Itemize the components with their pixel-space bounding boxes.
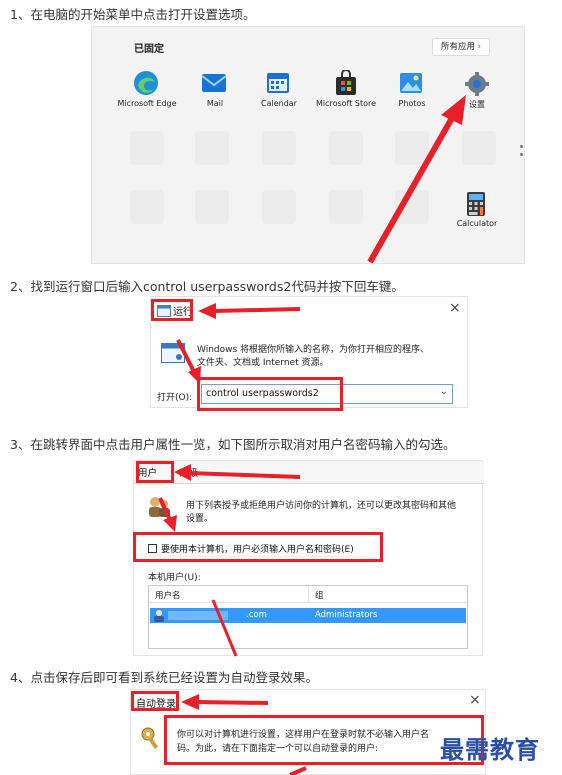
arrow-line bbox=[289, 766, 307, 775]
watermark: 最需教育 bbox=[440, 735, 540, 764]
arrowhead bbox=[163, 515, 177, 532]
arrow-line bbox=[211, 599, 238, 657]
arrowhead bbox=[198, 303, 216, 319]
arrowhead bbox=[174, 464, 191, 481]
arrow-to-settings bbox=[367, 116, 455, 264]
arrow-to-run-title bbox=[213, 307, 301, 313]
arrowhead bbox=[181, 694, 199, 710]
arrow-to-checkbox bbox=[158, 497, 172, 521]
arrow-to-users-tab bbox=[187, 471, 301, 479]
arrow-to-auto-login-title bbox=[195, 700, 269, 705]
arrow-to-run-input bbox=[176, 339, 196, 373]
annotation-arrows bbox=[158, 95, 466, 775]
arrowhead bbox=[441, 95, 466, 125]
